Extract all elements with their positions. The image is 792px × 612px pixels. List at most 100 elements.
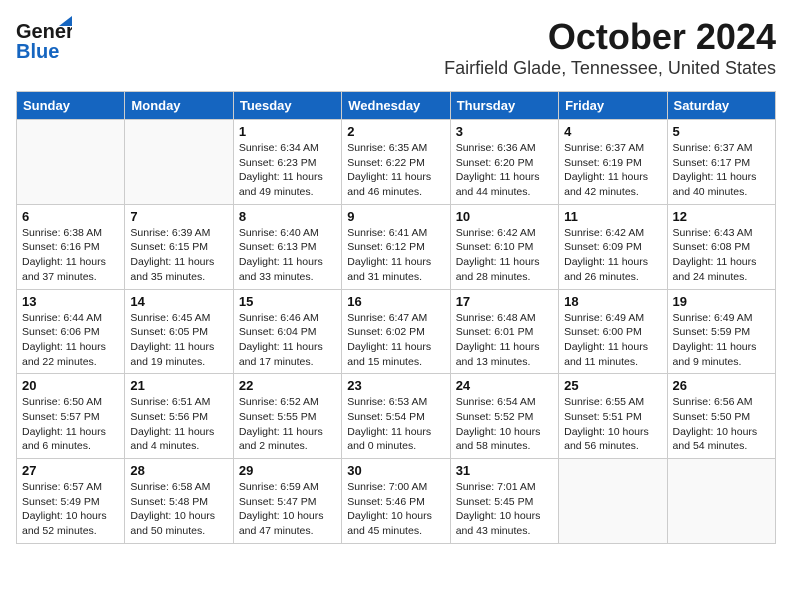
sunset-text: Sunset: 6:19 PM [564, 157, 642, 169]
table-row: 8Sunrise: 6:40 AMSunset: 6:13 PMDaylight… [233, 204, 341, 289]
sunrise-text: Sunrise: 6:52 AM [239, 396, 319, 408]
daylight-text: Daylight: 11 hours and 33 minutes. [239, 256, 323, 283]
day-number: 26 [673, 378, 770, 393]
page-header: General Blue October 2024 Fairfield Glad… [16, 16, 776, 79]
sunset-text: Sunset: 5:51 PM [564, 411, 642, 423]
table-row [17, 120, 125, 205]
table-row: 1Sunrise: 6:34 AMSunset: 6:23 PMDaylight… [233, 120, 341, 205]
sunset-text: Sunset: 5:52 PM [456, 411, 534, 423]
sunrise-text: Sunrise: 6:49 AM [564, 312, 644, 324]
daylight-text: Daylight: 11 hours and 13 minutes. [456, 341, 540, 368]
calendar-table: Sunday Monday Tuesday Wednesday Thursday… [16, 91, 776, 544]
day-info: Sunrise: 6:57 AMSunset: 5:49 PMDaylight:… [22, 480, 119, 539]
header-thursday: Thursday [450, 92, 558, 120]
daylight-text: Daylight: 11 hours and 17 minutes. [239, 341, 323, 368]
sunset-text: Sunset: 5:47 PM [239, 496, 317, 508]
day-number: 27 [22, 463, 119, 478]
sunset-text: Sunset: 6:08 PM [673, 241, 751, 253]
table-row: 3 Sunrise: 6:36 AMSunset: 6:20 PMDaylight… [450, 120, 558, 205]
calendar-week-row: 1 Sunrise: 6:34 AM Sunset: 6:23 PM Daylight… [17, 120, 776, 205]
table-row: 14Sunrise: 6:45 AMSunset: 6:05 PMDayligh… [125, 289, 233, 374]
day-number: 7 [130, 209, 227, 224]
day-info: Sunrise: 6:39 AMSunset: 6:15 PMDaylight:… [130, 226, 227, 285]
header-saturday: Saturday [667, 92, 775, 120]
sunset-text: Sunset: 5:54 PM [347, 411, 425, 423]
day-info: Sunrise: 6:48 AMSunset: 6:01 PMDaylight:… [456, 311, 553, 370]
sunrise-text: Sunrise: 6:42 AM [456, 227, 536, 239]
day-number: 13 [22, 294, 119, 309]
sunset-text: Sunset: 5:50 PM [673, 411, 751, 423]
table-row: 27 Sunrise: 6:57 AMSunset: 5:49 PMDayligh… [17, 459, 125, 544]
day-info: Sunrise: 6:42 AMSunset: 6:10 PMDaylight:… [456, 226, 553, 285]
sunrise-text: Sunrise: 6:49 AM [673, 312, 753, 324]
table-row: 21Sunrise: 6:51 AMSunset: 5:56 PMDayligh… [125, 374, 233, 459]
table-row: 22Sunrise: 6:52 AMSunset: 5:55 PMDayligh… [233, 374, 341, 459]
daylight-text: Daylight: 11 hours and 44 minutes. [456, 171, 540, 198]
daylight-text: Daylight: 11 hours and 28 minutes. [456, 256, 540, 283]
table-row: 7 Sunrise: 6:39 AMSunset: 6:15 PMDaylight… [125, 204, 233, 289]
daylight-text: Daylight: 11 hours and 2 minutes. [239, 426, 323, 453]
daylight-text: Daylight: 11 hours and 40 minutes. [673, 171, 757, 198]
table-row: 15Sunrise: 6:46 AMSunset: 6:04 PMDayligh… [233, 289, 341, 374]
daylight-text: Daylight: 10 hours and 45 minutes. [347, 510, 432, 537]
table-row: 9Sunrise: 6:41 AMSunset: 6:12 PMDaylight… [342, 204, 450, 289]
day-number: 21 [130, 378, 227, 393]
table-row: 16 Sunrise: 6:47 AMSunset: 6:02 PMDayligh… [342, 289, 450, 374]
day-number: 16 [347, 294, 444, 309]
sunset-text: Sunset: 6:15 PM [130, 241, 208, 253]
day-number: 28 [130, 463, 227, 478]
day-info: Sunrise: 6:35 AMSunset: 6:22 PMDaylight:… [347, 141, 444, 200]
table-row: 26 Sunrise: 6:56 AMSunset: 5:50 PMDayligh… [667, 374, 775, 459]
weekday-header-row: Sunday Monday Tuesday Wednesday Thursday… [17, 92, 776, 120]
sunrise-text: Sunrise: 6:37 AM [564, 142, 644, 154]
day-info: Sunrise: 6:47 AMSunset: 6:02 PMDaylight:… [347, 311, 444, 370]
daylight-text: Daylight: 11 hours and 6 minutes. [22, 426, 106, 453]
daylight-text: Daylight: 11 hours and 22 minutes. [22, 341, 106, 368]
daylight-text: Daylight: 11 hours and 9 minutes. [673, 341, 757, 368]
day-number: 25 [564, 378, 661, 393]
day-number: 12 [673, 209, 770, 224]
logo-svg: General Blue [16, 16, 72, 68]
day-number: 3 [456, 124, 553, 139]
table-row: 29Sunrise: 6:59 AMSunset: 5:47 PMDayligh… [233, 459, 341, 544]
sunrise-text: Sunrise: 6:37 AM [673, 142, 753, 154]
sunset-text: Sunset: 5:45 PM [456, 496, 534, 508]
daylight-text: Daylight: 10 hours and 47 minutes. [239, 510, 324, 537]
day-info: Sunrise: 6:38 AMSunset: 6:16 PMDaylight:… [22, 226, 119, 285]
sunset-text: Sunset: 6:16 PM [22, 241, 100, 253]
day-number: 30 [347, 463, 444, 478]
day-info: Sunrise: 6:56 AMSunset: 5:50 PMDaylight:… [673, 395, 770, 454]
table-row: 20Sunrise: 6:50 AMSunset: 5:57 PMDayligh… [17, 374, 125, 459]
sunset-text: Sunset: 6:13 PM [239, 241, 317, 253]
sunrise-text: Sunrise: 6:41 AM [347, 227, 427, 239]
daylight-text: Daylight: 10 hours and 54 minutes. [673, 426, 758, 453]
sunrise-text: Sunrise: 6:44 AM [22, 312, 102, 324]
sunset-text: Sunset: 5:46 PM [347, 496, 425, 508]
table-row: 5Sunrise: 6:37 AMSunset: 6:17 PMDaylight… [667, 120, 775, 205]
day-info: Sunrise: 6:53 AMSunset: 5:54 PMDaylight:… [347, 395, 444, 454]
calendar-title: October 2024 [444, 16, 776, 58]
table-row: 24Sunrise: 6:54 AMSunset: 5:52 PMDayligh… [450, 374, 558, 459]
daylight-text: Daylight: 11 hours and 42 minutes. [564, 171, 648, 198]
day-number: 1 [239, 124, 336, 139]
day-info: Sunrise: 7:01 AMSunset: 5:45 PMDaylight:… [456, 480, 553, 539]
day-info: Sunrise: 6:36 AMSunset: 6:20 PMDaylight:… [456, 141, 553, 200]
table-row [559, 459, 667, 544]
sunrise-text: Sunrise: 6:34 AM [239, 142, 319, 154]
day-info: Sunrise: 6:45 AMSunset: 6:05 PMDaylight:… [130, 311, 227, 370]
sunrise-text: Sunrise: 6:42 AM [564, 227, 644, 239]
table-row: 28Sunrise: 6:58 AMSunset: 5:48 PMDayligh… [125, 459, 233, 544]
calendar-subtitle: Fairfield Glade, Tennessee, United State… [444, 58, 776, 79]
day-number: 19 [673, 294, 770, 309]
header-monday: Monday [125, 92, 233, 120]
sunset-text: Sunset: 6:23 PM [239, 157, 317, 169]
sunset-text: Sunset: 6:04 PM [239, 326, 317, 338]
table-row [667, 459, 775, 544]
calendar-week-row: 27 Sunrise: 6:57 AMSunset: 5:49 PMDayligh… [17, 459, 776, 544]
table-row: 12Sunrise: 6:43 AMSunset: 6:08 PMDayligh… [667, 204, 775, 289]
svg-text:Blue: Blue [16, 41, 59, 63]
sunrise-text: Sunrise: 6:38 AM [22, 227, 102, 239]
sunset-text: Sunset: 6:02 PM [347, 326, 425, 338]
sunset-text: Sunset: 5:48 PM [130, 496, 208, 508]
day-info: Sunrise: 6:49 AMSunset: 5:59 PMDaylight:… [673, 311, 770, 370]
